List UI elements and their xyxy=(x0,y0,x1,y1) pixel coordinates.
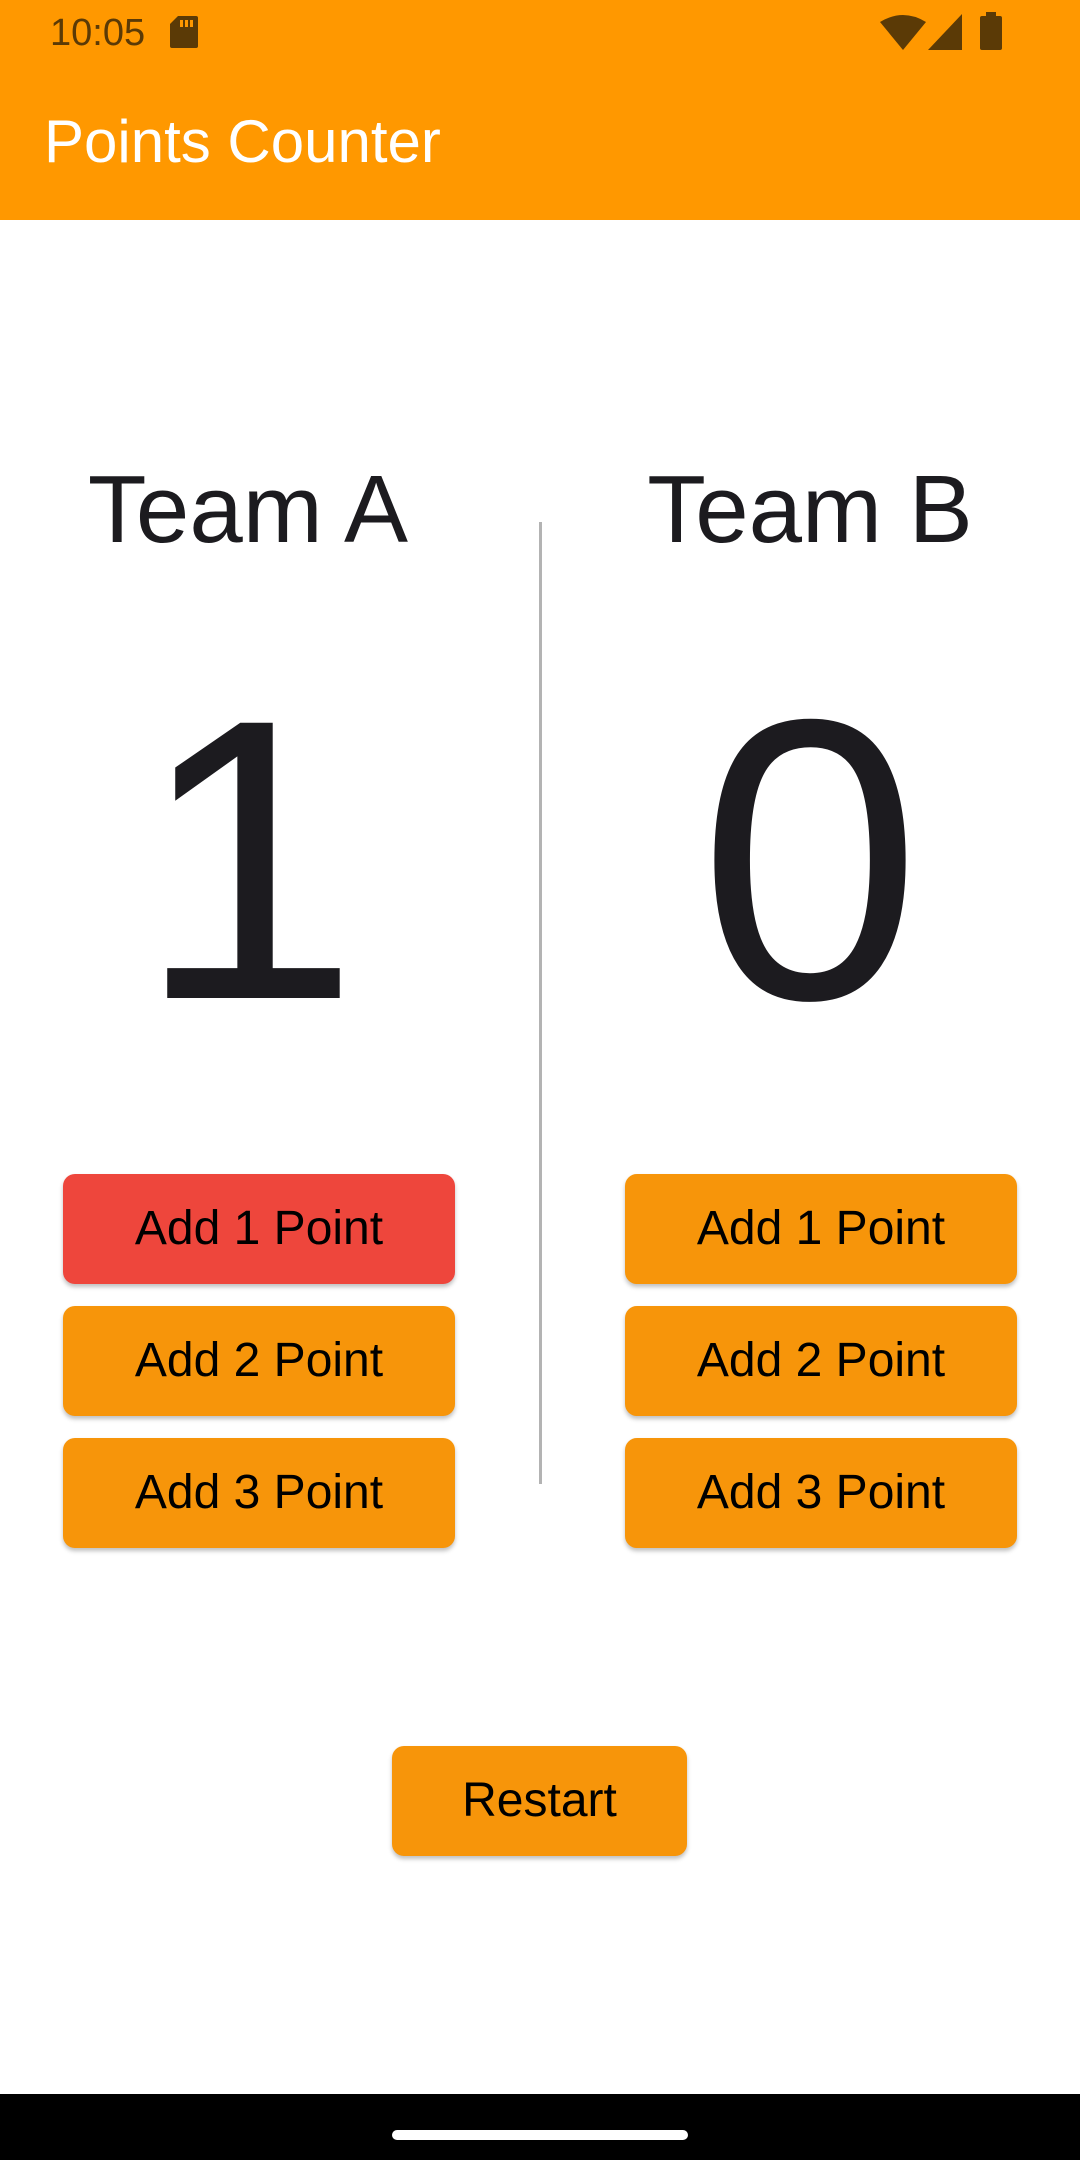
team-a-name: Team A xyxy=(87,456,409,563)
wifi-icon xyxy=(880,15,926,50)
cellular-signal-icon xyxy=(928,14,962,50)
team-b-add-1-point-button[interactable]: Add 1 Point xyxy=(625,1174,1017,1284)
page-title: Points Counter xyxy=(44,108,441,175)
restart-button[interactable]: Restart xyxy=(392,1746,687,1856)
sd-card-icon xyxy=(170,16,198,48)
app-bar: Points Counter xyxy=(0,66,1080,220)
status-time: 10:05 xyxy=(50,12,146,54)
battery-icon xyxy=(980,12,1002,50)
team-a-score: 1 xyxy=(136,636,360,1083)
status-bar: 10:05 xyxy=(0,0,1080,66)
team-a-add-2-point-button[interactable]: Add 2 Point xyxy=(63,1306,455,1416)
navigation-bar xyxy=(0,2094,1080,2160)
team-b-name: Team B xyxy=(647,456,973,563)
points-counter-screen: 10:05 Points Counter Team A 1 Team B 0 A… xyxy=(0,0,1080,2160)
team-b-add-2-point-button[interactable]: Add 2 Point xyxy=(625,1306,1017,1416)
team-a-add-1-point-button[interactable]: Add 1 Point xyxy=(63,1174,455,1284)
home-gesture-handle[interactable] xyxy=(392,2130,688,2140)
team-b-add-3-point-button[interactable]: Add 3 Point xyxy=(625,1438,1017,1548)
team-a-add-3-point-button[interactable]: Add 3 Point xyxy=(63,1438,455,1548)
team-b-score: 0 xyxy=(698,636,922,1083)
team-divider xyxy=(539,522,542,1484)
